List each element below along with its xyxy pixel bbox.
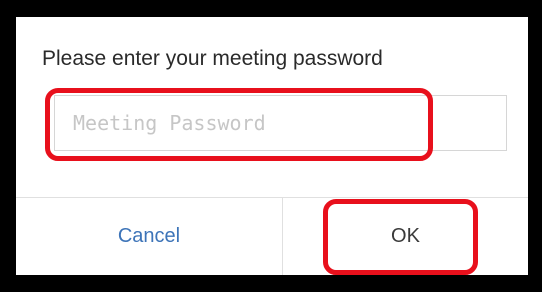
cancel-button[interactable]: Cancel — [16, 198, 282, 275]
ok-button[interactable]: OK — [283, 198, 528, 275]
password-dialog: Please enter your meeting password Cance… — [16, 17, 528, 275]
meeting-password-input[interactable] — [73, 96, 493, 150]
dialog-title: Please enter your meeting password — [42, 47, 383, 70]
password-field-container — [54, 95, 507, 151]
